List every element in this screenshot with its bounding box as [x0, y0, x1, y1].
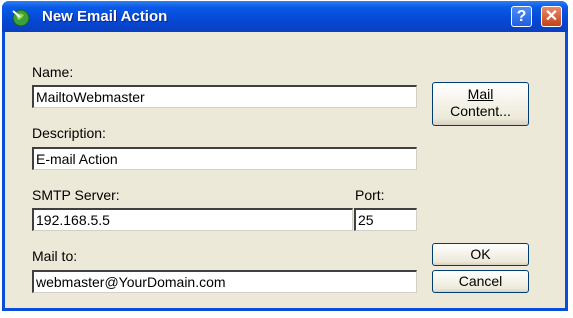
- close-icon: ✕: [544, 8, 559, 25]
- ok-label: OK: [470, 246, 491, 262]
- close-button[interactable]: ✕: [541, 6, 562, 27]
- help-button[interactable]: ?: [511, 6, 532, 27]
- port-label: Port:: [355, 187, 385, 203]
- mail-content-label-line1: Mail: [467, 86, 494, 102]
- window-title: New Email Action: [42, 8, 168, 25]
- mail-to-input[interactable]: webmaster@YourDomain.com: [32, 270, 417, 293]
- description-label: Description:: [32, 125, 106, 141]
- question-icon: ?: [516, 8, 527, 25]
- name-label: Name:: [32, 64, 74, 80]
- dialog-client-area: Name: MailtoWebmaster Description: E-mai…: [5, 32, 565, 308]
- title-bar[interactable]: New Email Action ? ✕: [2, 1, 568, 32]
- cancel-button[interactable]: Cancel: [432, 270, 529, 293]
- dialog-window: New Email Action ? ✕ Name: MailtoWebmast…: [2, 1, 568, 311]
- description-input[interactable]: E-mail Action: [32, 147, 417, 170]
- mail-to-label: Mail to:: [32, 248, 78, 264]
- smtp-server-label: SMTP Server:: [32, 187, 120, 203]
- green-globe-icon: [12, 9, 30, 27]
- mail-content-label-line2: Content...: [450, 103, 511, 119]
- mail-content-button[interactable]: Mail Content...: [432, 82, 529, 126]
- cancel-label: Cancel: [458, 273, 503, 289]
- name-input[interactable]: MailtoWebmaster: [32, 85, 417, 108]
- ok-button[interactable]: OK: [432, 243, 529, 266]
- port-input[interactable]: 25: [354, 208, 417, 231]
- smtp-server-input[interactable]: 192.168.5.5: [32, 208, 353, 231]
